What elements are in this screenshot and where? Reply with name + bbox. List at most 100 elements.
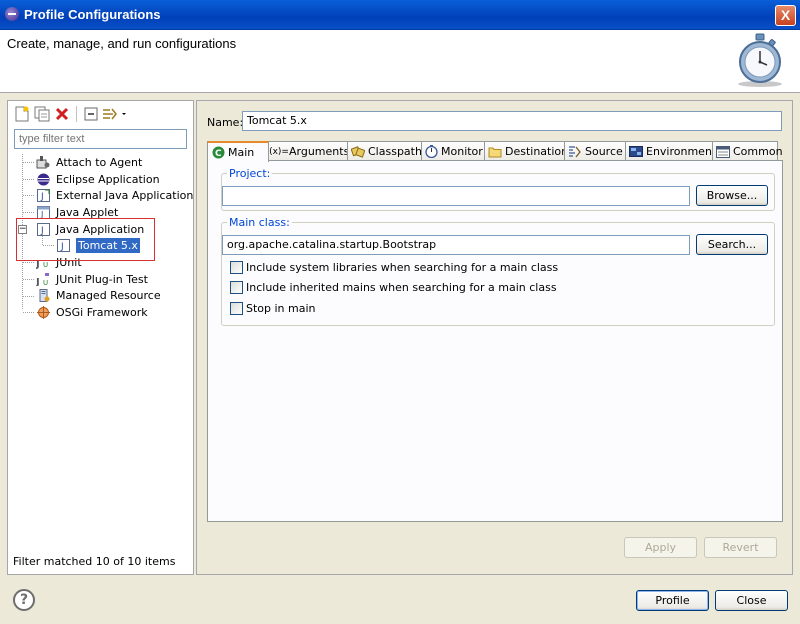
svg-text:J: J — [36, 277, 40, 286]
main-tab-icon: C — [211, 146, 225, 160]
tree-item-external-java-application[interactable]: J External Java Application — [14, 187, 193, 204]
window-title: Profile Configurations — [24, 7, 161, 22]
project-group: Project: Browse... — [221, 167, 775, 211]
tab-classpath[interactable]: Classpath — [347, 141, 422, 161]
tree-connector — [23, 295, 34, 297]
monitor-icon — [425, 145, 438, 159]
common-icon — [716, 145, 730, 159]
tree-connector — [23, 262, 34, 264]
tab-source[interactable]: Source — [564, 141, 626, 161]
svg-text:J: J — [40, 192, 44, 202]
tree-item-label: Attach to Agent — [56, 155, 143, 169]
tree-connector — [23, 212, 34, 214]
tree-item-junit-plugin-test[interactable]: JU JUnit Plug-in Test — [14, 271, 189, 288]
apply-button[interactable]: Apply — [624, 537, 697, 558]
name-field[interactable]: Tomcat 5.x — [242, 111, 782, 131]
folder-icon — [488, 145, 502, 159]
tab-environment[interactable]: Environment — [625, 141, 717, 161]
svg-text:U: U — [43, 279, 48, 286]
tab-bar: C Main (x)= Arguments Classpath Monitor … — [207, 141, 783, 162]
stop-in-main-checkbox[interactable]: Stop in main — [230, 302, 316, 315]
profile-button[interactable]: Profile — [636, 590, 709, 611]
main-tab-panel: Project: Browse... Main class: org.apach… — [207, 160, 783, 522]
osgi-icon — [36, 306, 50, 320]
classpath-icon — [351, 145, 365, 159]
new-config-icon[interactable] — [13, 105, 31, 123]
checkbox-label: Include system libraries when searching … — [246, 261, 559, 274]
tree-item-label: Managed Resource — [56, 289, 161, 303]
applet-icon: J — [36, 205, 50, 219]
tree-connector — [23, 162, 34, 163]
tab-label: Classpath — [368, 145, 422, 158]
project-label: Project: — [227, 167, 273, 180]
tab-label: Main — [228, 146, 255, 159]
tab-label: Environment — [646, 145, 717, 158]
tree-item-label: External Java Application — [56, 189, 194, 203]
tree-connector — [23, 278, 34, 280]
checkbox-label: Include inherited mains when searching f… — [246, 281, 557, 294]
tab-label: Monitor — [441, 145, 483, 158]
junit-plugin-icon: JU — [36, 272, 50, 286]
agent-icon — [36, 155, 50, 169]
svg-text:C: C — [215, 149, 222, 159]
revert-button[interactable]: Revert — [704, 537, 777, 558]
close-button[interactable]: Close — [715, 590, 788, 611]
tree-item-managed-resource[interactable]: Managed Resource — [14, 288, 189, 305]
help-icon[interactable]: ? — [13, 589, 35, 611]
toolbar-separator — [76, 106, 77, 122]
collapse-all-icon[interactable] — [82, 105, 100, 123]
tree-item-attach-to-agent[interactable]: Attach to Agent — [14, 154, 189, 171]
main-class-label: Main class: — [227, 216, 292, 229]
arguments-icon: (x)= — [269, 146, 289, 157]
configuration-tree-pane: Attach to Agent Eclipse Application J Ex… — [7, 100, 194, 575]
eclipse-icon — [5, 7, 19, 21]
search-button[interactable]: Search... — [696, 234, 768, 255]
project-field[interactable] — [222, 186, 690, 206]
tab-label: Destination — [505, 145, 569, 158]
tab-label: Arguments — [289, 145, 350, 158]
eclipse-icon — [36, 173, 50, 186]
name-label: Name: — [207, 116, 244, 129]
window-close-button[interactable]: X — [775, 5, 796, 26]
banner-heading: Create, manage, and run configurations — [7, 36, 237, 51]
checkbox-box[interactable] — [230, 261, 243, 274]
title-bar: Profile Configurations X — [0, 0, 800, 30]
configuration-editor: Name: Tomcat 5.x C Main (x)= Arguments C… — [196, 100, 793, 575]
main-class-field[interactable]: org.apache.catalina.startup.Bootstrap — [222, 235, 690, 255]
include-inherited-mains-checkbox[interactable]: Include inherited mains when searching f… — [230, 281, 557, 294]
tree-connector — [23, 312, 34, 314]
tree-item-label: Java Applet — [56, 205, 119, 219]
browse-button[interactable]: Browse... — [696, 185, 768, 206]
managed-resource-icon — [36, 289, 50, 303]
tab-monitor[interactable]: Monitor — [421, 141, 485, 161]
external-java-icon: J — [36, 189, 50, 203]
tree-connector — [23, 195, 34, 197]
source-icon — [568, 145, 582, 159]
filter-icon[interactable] — [102, 105, 128, 123]
include-system-libraries-checkbox[interactable]: Include system libraries when searching … — [230, 261, 558, 274]
tree-toolbar — [13, 104, 128, 124]
checkbox-box[interactable] — [230, 302, 243, 315]
tree-item-osgi-framework[interactable]: OSGi Framework — [14, 304, 189, 321]
header-banner: Create, manage, and run configurations — [0, 30, 800, 93]
tree-item-label: Eclipse Application — [56, 172, 160, 186]
main-class-group: Main class: org.apache.catalina.startup.… — [221, 216, 775, 326]
tree-item-eclipse-application[interactable]: Eclipse Application — [14, 171, 189, 188]
duplicate-icon[interactable] — [33, 105, 51, 123]
tree-item-label: OSGi Framework — [56, 306, 148, 320]
environment-icon — [629, 145, 643, 159]
checkbox-box[interactable] — [230, 281, 243, 294]
tab-common[interactable]: Common — [712, 141, 783, 161]
delete-icon[interactable] — [53, 105, 71, 123]
filter-status: Filter matched 10 of 10 items — [13, 555, 176, 568]
filter-input[interactable] — [14, 129, 187, 149]
tab-main[interactable]: C Main — [207, 141, 269, 162]
tab-label: Source — [585, 145, 623, 158]
tree-connector — [23, 178, 34, 180]
tree-item-label: JUnit Plug-in Test — [56, 272, 148, 286]
stopwatch-icon — [738, 33, 782, 87]
highlight-box — [16, 218, 155, 261]
tab-destination[interactable]: Destination — [484, 141, 569, 161]
tab-label: Common — [733, 145, 783, 158]
tab-arguments[interactable]: (x)= Arguments — [268, 141, 350, 161]
